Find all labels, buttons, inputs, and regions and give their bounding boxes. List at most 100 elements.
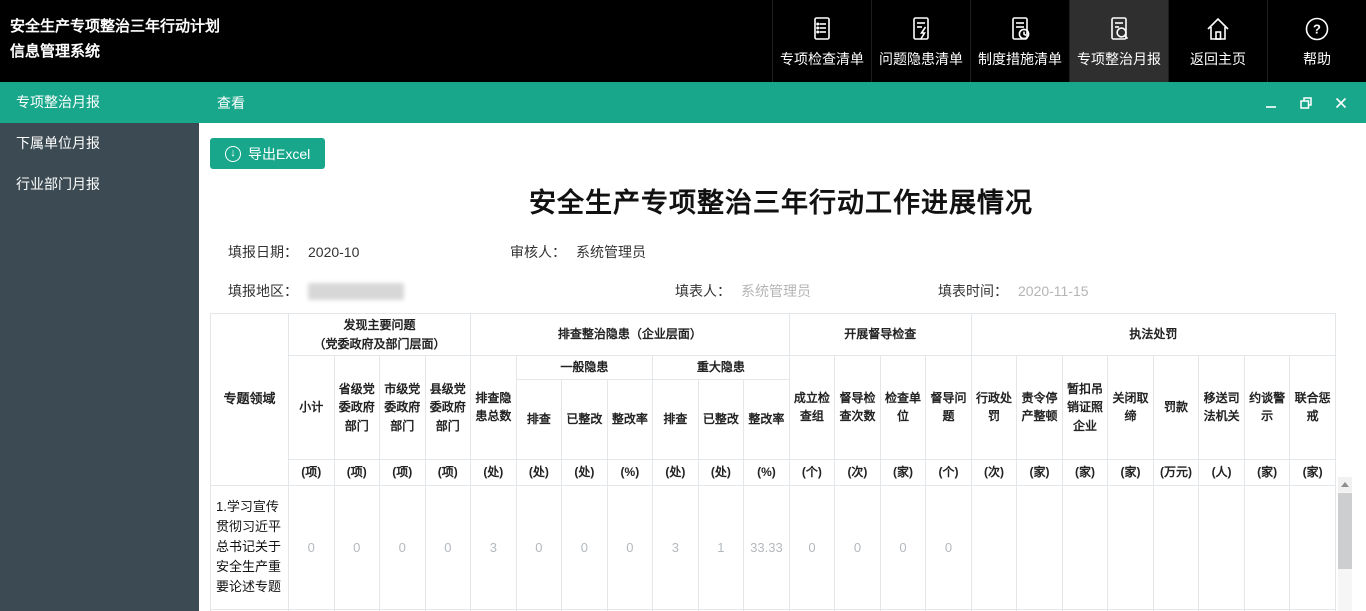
column-header: 排查: [653, 379, 699, 459]
data-cell: [971, 485, 1017, 609]
unit-header: (项): [380, 459, 426, 485]
region-label: 填报地区：: [228, 281, 298, 301]
topic-cell: 1.学习宣传贯彻习近平总书记关于安全生产重要论述专题: [211, 485, 289, 609]
window-controls: [1264, 96, 1348, 110]
nav-item-monthly-report[interactable]: 专项整治月报: [1069, 0, 1168, 82]
report-search-doc-icon: [1104, 14, 1134, 44]
unit-header: (项): [334, 459, 380, 485]
data-cell: 33.33: [744, 485, 790, 609]
nav-item-hazard-list[interactable]: 问题隐患清单: [871, 0, 970, 82]
unit-header: (处): [562, 459, 608, 485]
sidebar-item-subordinate-units[interactable]: 下属单位月报: [0, 123, 199, 164]
reviewer-value: 系统管理员: [576, 242, 646, 262]
hazard-doc-icon: [906, 14, 936, 44]
column-header: 检查单位: [880, 356, 926, 460]
nav-label: 专项检查清单: [780, 49, 864, 69]
vertical-scrollbar[interactable]: [1338, 477, 1352, 611]
sidebar-item-monthly-report[interactable]: 专项整治月报: [0, 82, 199, 123]
nav-label: 问题隐患清单: [879, 49, 963, 69]
nav-label: 返回主页: [1190, 49, 1246, 69]
column-header: 联合惩戒: [1290, 356, 1336, 460]
data-cell: 3: [471, 485, 517, 609]
nav-label: 专项整治月报: [1077, 49, 1161, 69]
column-header: 一般隐患: [516, 356, 653, 380]
column-header: 整改率: [744, 379, 790, 459]
data-cell: 0: [607, 485, 653, 609]
close-icon[interactable]: [1334, 96, 1348, 110]
unit-header: (家): [1017, 459, 1063, 485]
help-icon: ?: [1302, 14, 1332, 44]
main-area: 专项整治月报 下属单位月报 行业部门月报 查看: [0, 82, 1366, 611]
unit-header: (个): [926, 459, 972, 485]
nav-item-help[interactable]: ? 帮助: [1267, 0, 1366, 82]
meta-row-2: 填报地区： 填表人： 系统管理员 填表时间： 2020-11-15: [210, 281, 1352, 301]
data-cell: 0: [334, 485, 380, 609]
report-table-body: 1.学习宣传贯彻习近平总书记关于安全生产重要论述专题000030003133.3…: [211, 485, 1336, 611]
unit-header: (%): [744, 459, 790, 485]
region-value-redacted: [308, 283, 404, 300]
restore-window-icon[interactable]: [1299, 96, 1313, 110]
report-panel: ↓ 导出Excel 安全生产专项整治三年行动工作进展情况 填报日期： 2020-…: [199, 123, 1366, 611]
data-cell: [1153, 485, 1199, 609]
fill-date-label: 填报日期：: [228, 242, 298, 262]
scrollbar-up-arrow[interactable]: [1338, 477, 1352, 492]
column-header: 排查隐患总数: [471, 356, 517, 460]
data-cell: [1108, 485, 1154, 609]
column-header: 移送司法机关: [1199, 356, 1245, 460]
export-excel-button[interactable]: ↓ 导出Excel: [210, 138, 325, 169]
unit-header: (家): [1062, 459, 1108, 485]
data-cell: 0: [789, 485, 835, 609]
report-table: 专题领域发现主要问题 （党委政府及部门层面）排查整治隐患（企业层面）开展督导检查…: [210, 313, 1336, 611]
data-cell: [1290, 485, 1336, 609]
column-header: 罚款: [1153, 356, 1199, 460]
column-header: 督导问题: [926, 356, 972, 460]
data-cell: 0: [425, 485, 471, 609]
unit-header: (处): [471, 459, 517, 485]
scrollbar-thumb[interactable]: [1338, 493, 1352, 569]
reviewer-label: 审核人：: [510, 242, 566, 262]
data-cell: 0: [516, 485, 562, 609]
nav-item-inspection-list[interactable]: 专项检查清单: [772, 0, 871, 82]
column-header: 专题领域: [211, 314, 289, 486]
measure-doc-icon: [1005, 14, 1035, 44]
fill-time-value: 2020-11-15: [1018, 283, 1089, 299]
column-header: 重大隐患: [653, 356, 790, 380]
content-area: 查看 ↓ 导出Excel: [199, 82, 1366, 611]
column-header: 督导检查次数: [835, 356, 881, 460]
sidebar-item-label: 行业部门月报: [16, 176, 100, 192]
filler-label: 填表人：: [675, 281, 731, 301]
unit-header: (项): [289, 459, 335, 485]
column-header: 成立检查组: [789, 356, 835, 460]
unit-header: (万元): [1153, 459, 1199, 485]
window-title: 查看: [217, 93, 245, 113]
column-header: 关闭取缔: [1108, 356, 1154, 460]
data-cell: [1244, 485, 1290, 609]
column-header: 排查整治隐患（企业层面）: [471, 314, 790, 356]
column-header: 省级党委政府部门: [334, 356, 380, 460]
fill-time-field: 填表时间： 2020-11-15: [938, 281, 1089, 301]
data-cell: 0: [562, 485, 608, 609]
data-cell: 0: [835, 485, 881, 609]
nav-item-measure-list[interactable]: 制度措施清单: [970, 0, 1069, 82]
unit-header: (处): [653, 459, 699, 485]
unit-header: (家): [1108, 459, 1154, 485]
report-table-area: 专题领域发现主要问题 （党委政府及部门层面）排查整治隐患（企业层面）开展督导检查…: [210, 313, 1352, 611]
region-field: 填报地区：: [228, 281, 675, 301]
download-icon: ↓: [225, 146, 241, 162]
fill-date-field: 填报日期： 2020-10: [228, 242, 510, 262]
column-header: 行政处罚: [971, 356, 1017, 460]
column-header: 排查: [516, 379, 562, 459]
nav-label: 制度措施清单: [978, 49, 1062, 69]
data-cell: 0: [289, 485, 335, 609]
sidebar-item-label: 专项整治月报: [16, 94, 100, 110]
unit-header: (家): [880, 459, 926, 485]
sidebar-item-industry-departments[interactable]: 行业部门月报: [0, 164, 199, 205]
column-header: 县级党委政府部门: [425, 356, 471, 460]
unit-header: (家): [1244, 459, 1290, 485]
unit-header: (处): [698, 459, 744, 485]
minimize-icon[interactable]: [1264, 96, 1278, 110]
filler-field: 填表人： 系统管理员: [675, 281, 938, 301]
sidebar: 专项整治月报 下属单位月报 行业部门月报: [0, 82, 199, 611]
data-cell: 1: [698, 485, 744, 609]
nav-item-home[interactable]: 返回主页: [1168, 0, 1267, 82]
